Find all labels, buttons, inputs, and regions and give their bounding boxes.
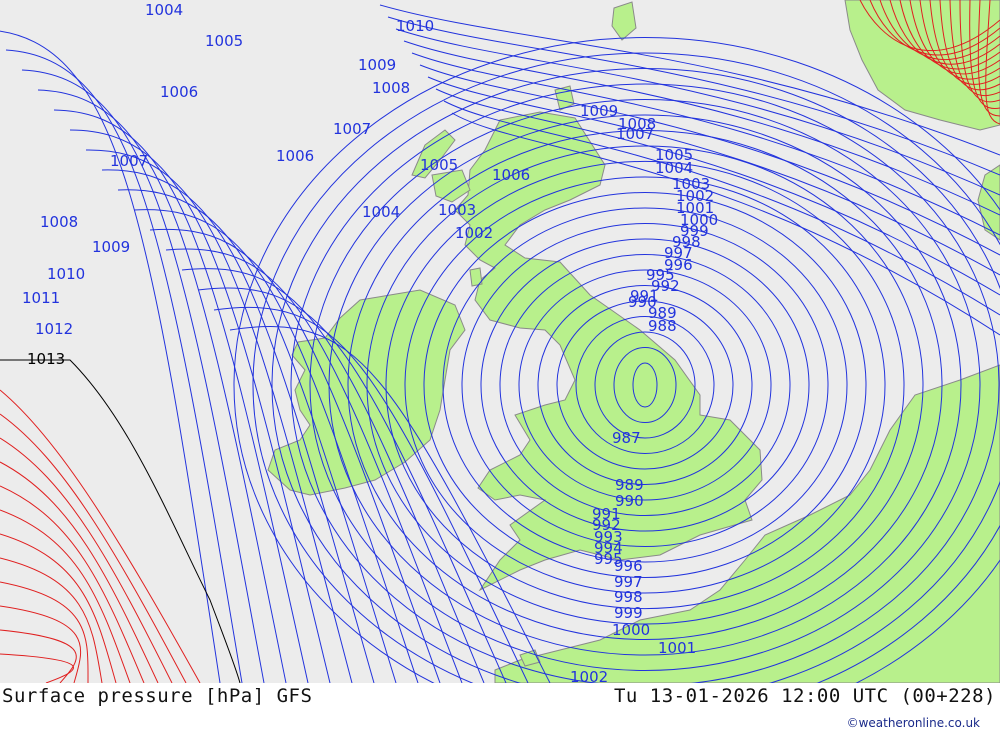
- map-footer: Surface pressure [hPa] GFS Tu 13-01-2026…: [0, 683, 1000, 733]
- isobar-label: 988: [648, 317, 677, 335]
- isobar-label: 1013: [27, 350, 65, 368]
- isobar-label: 1010: [47, 265, 85, 283]
- isobar-label: 1007: [616, 125, 654, 143]
- map-canvas: 1004 1005 1010 1009 1008 1006 1007 1007 1006 1005…: [0, 0, 1000, 733]
- valid-time: Tu 13-01-2026 12:00 UTC (00+228): [613, 685, 996, 707]
- map-title: Surface pressure [hPa] GFS: [2, 685, 313, 707]
- credit-link[interactable]: ©weatheronline.co.uk: [847, 716, 980, 730]
- isobar-label: 1011: [22, 289, 60, 307]
- isobar-label: 1008: [372, 79, 410, 97]
- isobar-label: 1000: [612, 621, 650, 639]
- isobar-label: 1007: [333, 120, 371, 138]
- isobar-label: 1005: [205, 32, 243, 50]
- isobar-label: 1003: [438, 201, 476, 219]
- isobar-label: 1006: [160, 83, 198, 101]
- isobar-label: 1005: [420, 156, 458, 174]
- isobar-label: 987: [612, 429, 641, 447]
- pressure-map: 1004 1005 1010 1009 1008 1006 1007 1007 1006 1005…: [0, 0, 1000, 733]
- isobar-label: 1001: [658, 639, 696, 657]
- isobar-label: 1009: [580, 102, 618, 120]
- isobar-label: 1006: [492, 166, 530, 184]
- isobar-label: 1006: [276, 147, 314, 165]
- isobar-label: 1004: [362, 203, 400, 221]
- isobar-label: 1012: [35, 320, 73, 338]
- isobar-label: 999: [614, 604, 643, 622]
- isobar-label: 1009: [92, 238, 130, 256]
- isobar-label: 1007: [110, 152, 148, 170]
- isobar-label: 1002: [570, 668, 608, 683]
- isobar-label: 1004: [145, 1, 183, 19]
- isobar-label: 1010: [396, 17, 434, 35]
- isobar-label: 1008: [40, 213, 78, 231]
- isobar-label: 1009: [358, 56, 396, 74]
- isobar-label: 1002: [455, 224, 493, 242]
